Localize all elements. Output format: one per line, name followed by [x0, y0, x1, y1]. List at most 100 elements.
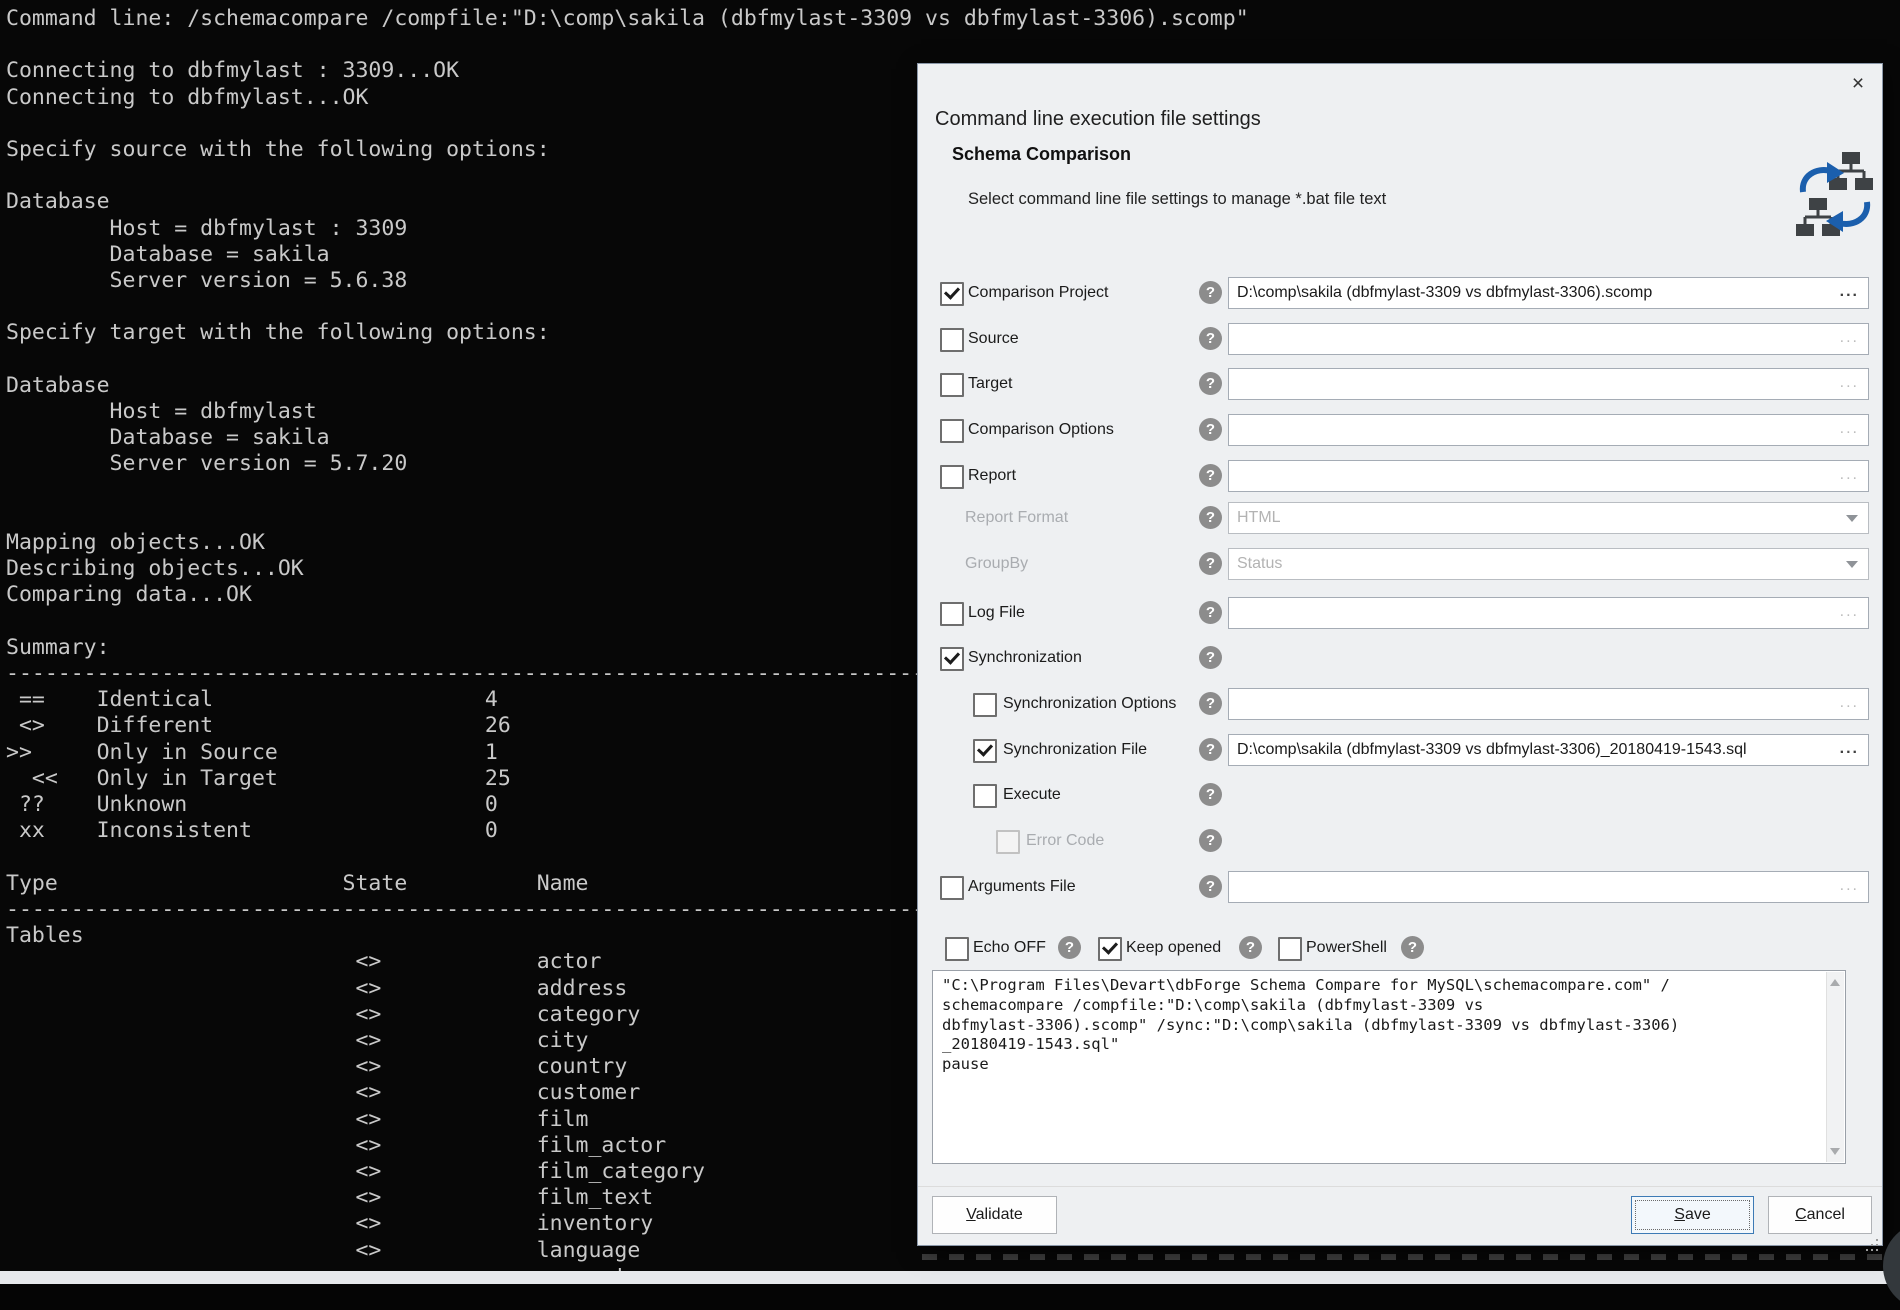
synchronization-checkbox[interactable] [940, 647, 964, 671]
help-icon[interactable]: ? [1199, 552, 1222, 575]
target-field[interactable]: ... [1228, 368, 1869, 400]
echo-off-checkbox[interactable] [945, 937, 969, 961]
row-synchronization-file: Synchronization File ? D:\comp\sakila (d… [918, 731, 1882, 769]
arguments-file-field[interactable]: ... [1228, 871, 1869, 903]
screen-bottom-strip [0, 1271, 1900, 1284]
help-icon[interactable]: ? [1199, 506, 1222, 529]
validate-button[interactable]: Validate [932, 1196, 1057, 1234]
scrollbar[interactable] [1826, 972, 1844, 1162]
target-label: Target [968, 365, 1012, 403]
row-arguments-file: Arguments File ? ... [918, 868, 1882, 906]
powershell-checkbox[interactable] [1278, 937, 1302, 961]
comparison-project-field[interactable]: D:\comp\sakila (dbfmylast-3309 vs dbfmyl… [1228, 277, 1869, 309]
row-comparison-project: Comparison Project ? D:\comp\sakila (dbf… [918, 274, 1882, 312]
comparison-options-field[interactable]: ... [1228, 414, 1869, 446]
echo-off-label: Echo OFF [973, 932, 1046, 964]
keep-opened-label: Keep opened [1126, 932, 1221, 964]
help-icon[interactable]: ? [1199, 601, 1222, 624]
save-button-label: Save [1674, 1206, 1710, 1224]
chevron-down-icon [1846, 561, 1858, 568]
browse-button[interactable]: ... [1840, 369, 1859, 397]
help-icon[interactable]: ? [1199, 372, 1222, 395]
report-format-value: HTML [1237, 503, 1281, 533]
synchronization-options-field[interactable]: ... [1228, 688, 1869, 720]
groupby-value: Status [1237, 549, 1282, 579]
terminal-dashed-line [922, 1254, 1900, 1260]
script-options-row: Echo OFF ? Keep opened ? PowerShell ? [918, 932, 1882, 964]
synchronization-file-checkbox[interactable] [973, 739, 997, 763]
error-code-label: Error Code [1026, 822, 1104, 860]
execute-label: Execute [1003, 776, 1061, 814]
source-checkbox[interactable] [940, 328, 964, 352]
help-icon[interactable]: ? [1199, 692, 1222, 715]
help-icon[interactable]: ? [1199, 646, 1222, 669]
source-field[interactable]: ... [1228, 323, 1869, 355]
browse-button[interactable]: ... [1840, 598, 1859, 626]
browse-button[interactable]: ... [1840, 461, 1859, 489]
resize-grip-icon[interactable] [1876, 1239, 1878, 1241]
comparison-options-checkbox[interactable] [940, 419, 964, 443]
browse-button[interactable]: ... [1840, 415, 1859, 443]
synchronization-file-value: D:\comp\sakila (dbfmylast-3309 vs dbfmyl… [1237, 735, 1828, 765]
help-icon[interactable]: ? [1199, 281, 1222, 304]
row-comparison-options: Comparison Options ? ... [918, 411, 1882, 449]
synchronization-label: Synchronization [968, 639, 1082, 677]
row-execute: Execute ? [918, 776, 1882, 814]
help-icon[interactable]: ? [1199, 464, 1222, 487]
cancel-button-label: Cancel [1795, 1206, 1845, 1224]
comparison-project-checkbox[interactable] [940, 282, 964, 306]
log-file-checkbox[interactable] [940, 602, 964, 626]
report-label: Report [968, 457, 1016, 495]
powershell-label: PowerShell [1306, 932, 1387, 964]
report-format-dropdown[interactable]: HTML [1228, 502, 1869, 534]
synchronization-file-label: Synchronization File [1003, 731, 1147, 769]
save-button[interactable]: Save [1631, 1196, 1754, 1234]
log-file-label: Log File [968, 594, 1025, 632]
arguments-file-checkbox[interactable] [940, 876, 964, 900]
help-icon[interactable]: ? [1199, 829, 1222, 852]
report-field[interactable]: ... [1228, 460, 1869, 492]
browse-button[interactable]: ... [1840, 278, 1859, 306]
help-icon[interactable]: ? [1199, 875, 1222, 898]
scroll-down-icon[interactable] [1830, 1148, 1840, 1155]
dialog-title: Command line execution file settings [935, 108, 1261, 131]
execute-checkbox[interactable] [973, 784, 997, 808]
validate-button-label: Validate [966, 1206, 1023, 1224]
help-icon[interactable]: ? [1239, 936, 1262, 959]
help-icon[interactable]: ? [1199, 327, 1222, 350]
close-icon[interactable]: × [1846, 72, 1870, 96]
error-code-checkbox[interactable] [996, 830, 1020, 854]
row-log-file: Log File ? ... [918, 594, 1882, 632]
row-source: Source ? ... [918, 320, 1882, 358]
row-groupby: GroupBy ? Status [918, 545, 1882, 583]
chevron-down-icon [1846, 515, 1858, 522]
bat-file-text-area[interactable]: "C:\Program Files\Devart\dbForge Schema … [932, 970, 1846, 1164]
cancel-button[interactable]: Cancel [1768, 1196, 1872, 1234]
comparison-project-value: D:\comp\sakila (dbfmylast-3309 vs dbfmyl… [1237, 278, 1828, 308]
help-icon[interactable]: ? [1199, 783, 1222, 806]
row-report: Report ? ... [918, 457, 1882, 495]
log-file-field[interactable]: ... [1228, 597, 1869, 629]
bat-file-text: "C:\Program Files\Devart\dbForge Schema … [933, 971, 1845, 1075]
browse-button[interactable]: ... [1840, 324, 1859, 352]
row-synchronization: Synchronization ? [918, 639, 1882, 677]
synchronization-options-checkbox[interactable] [973, 693, 997, 717]
groupby-dropdown[interactable]: Status [1228, 548, 1869, 580]
row-error-code: Error Code ? [918, 822, 1882, 860]
section-title: Schema Comparison [952, 144, 1131, 165]
browse-button[interactable]: ... [1840, 735, 1859, 763]
synchronization-file-field[interactable]: D:\comp\sakila (dbfmylast-3309 vs dbfmyl… [1228, 734, 1869, 766]
help-icon[interactable]: ? [1199, 418, 1222, 441]
help-icon[interactable]: ? [1401, 936, 1424, 959]
help-icon[interactable]: ? [1058, 936, 1081, 959]
help-icon[interactable]: ? [1199, 738, 1222, 761]
browse-button[interactable]: ... [1840, 872, 1859, 900]
report-checkbox[interactable] [940, 465, 964, 489]
section-subtitle: Select command line file settings to man… [968, 190, 1386, 209]
keep-opened-checkbox[interactable] [1098, 937, 1122, 961]
scroll-up-icon[interactable] [1830, 979, 1840, 986]
schema-comparison-icon [1796, 152, 1874, 242]
comparison-options-label: Comparison Options [968, 411, 1114, 449]
target-checkbox[interactable] [940, 373, 964, 397]
browse-button[interactable]: ... [1840, 689, 1859, 717]
